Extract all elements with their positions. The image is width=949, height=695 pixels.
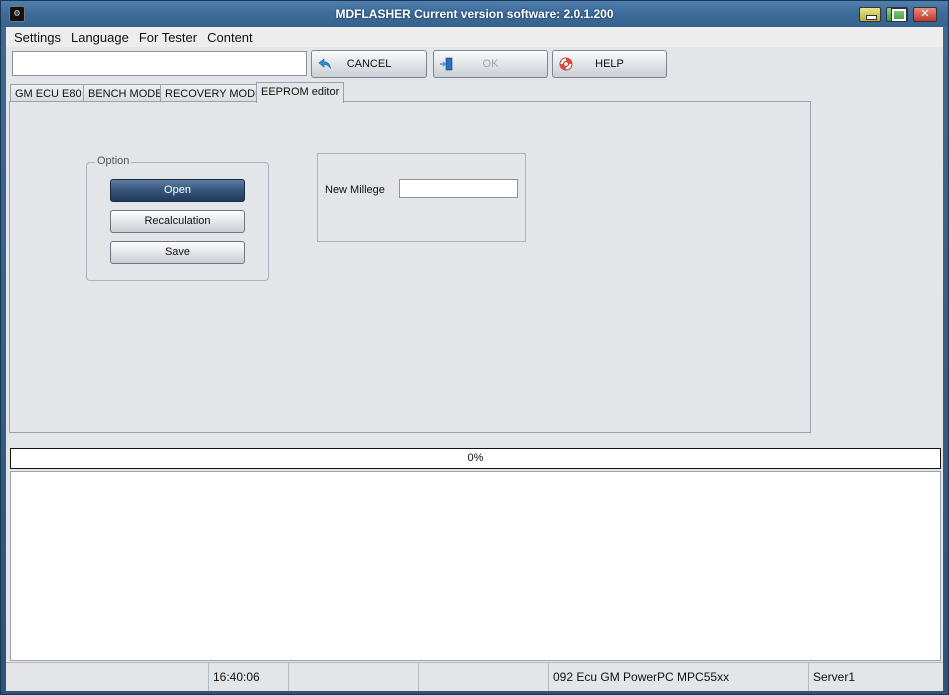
status-cell-1 — [6, 663, 208, 691]
mileage-panel: New Millege — [317, 153, 526, 242]
status-cell-3 — [288, 663, 418, 691]
cancel-button[interactable]: CANCEL — [311, 50, 427, 78]
menu-bar: Settings Language For Tester Content — [6, 27, 943, 47]
close-icon: ✕ — [920, 7, 930, 20]
log-output[interactable] — [10, 471, 941, 661]
open-button[interactable]: Open — [110, 179, 245, 202]
status-time: 16:40:06 — [208, 663, 288, 691]
menu-settings[interactable]: Settings — [6, 27, 66, 47]
cancel-label: CANCEL — [346, 58, 392, 70]
path-input[interactable] — [12, 51, 307, 76]
close-button[interactable]: ✕ — [913, 7, 937, 22]
status-cell-4 — [418, 663, 548, 691]
app-window: ⚙ MDFLASHER Current version software: 2.… — [0, 0, 949, 695]
maximize-button[interactable] — [886, 7, 908, 22]
ok-button[interactable]: OK — [433, 50, 548, 78]
menu-language[interactable]: Language — [66, 27, 134, 47]
window-title: MDFLASHER Current version software: 2.0.… — [335, 7, 614, 21]
new-mileage-input[interactable] — [399, 179, 518, 198]
option-groupbox: Option Open Recalculation Save — [86, 155, 269, 281]
title-bar[interactable]: ⚙ MDFLASHER Current version software: 2.… — [1, 1, 948, 27]
option-group-title: Option — [95, 155, 132, 167]
ok-label: OK — [482, 58, 499, 70]
progress-text: 0% — [467, 452, 484, 464]
status-server: Server1 — [808, 663, 943, 691]
client-area: Settings Language For Tester Content CANCEL… — [6, 27, 943, 691]
new-mileage-label: New Millege — [325, 184, 385, 196]
toolbar: CANCEL OK HELP — [6, 48, 943, 80]
help-label: HELP — [595, 58, 624, 70]
status-bar: 16:40:06 092 Ecu GM PowerPC MPC55xx Serv… — [6, 662, 943, 691]
help-button[interactable]: HELP — [552, 50, 667, 78]
recalculation-button[interactable]: Recalculation — [110, 210, 245, 233]
menu-for-tester[interactable]: For Tester — [134, 27, 202, 47]
eeprom-editor-panel: Option Open Recalculation Save New Mille… — [9, 101, 811, 433]
status-ecu: 092 Ecu GM PowerPC MPC55xx — [548, 663, 808, 691]
minimize-button[interactable] — [859, 7, 881, 22]
save-button[interactable]: Save — [110, 241, 245, 264]
progress-bar: 0% — [10, 448, 941, 469]
menu-content[interactable]: Content — [202, 27, 258, 47]
tab-eeprom-editor[interactable]: EEPROM editor — [256, 82, 345, 103]
